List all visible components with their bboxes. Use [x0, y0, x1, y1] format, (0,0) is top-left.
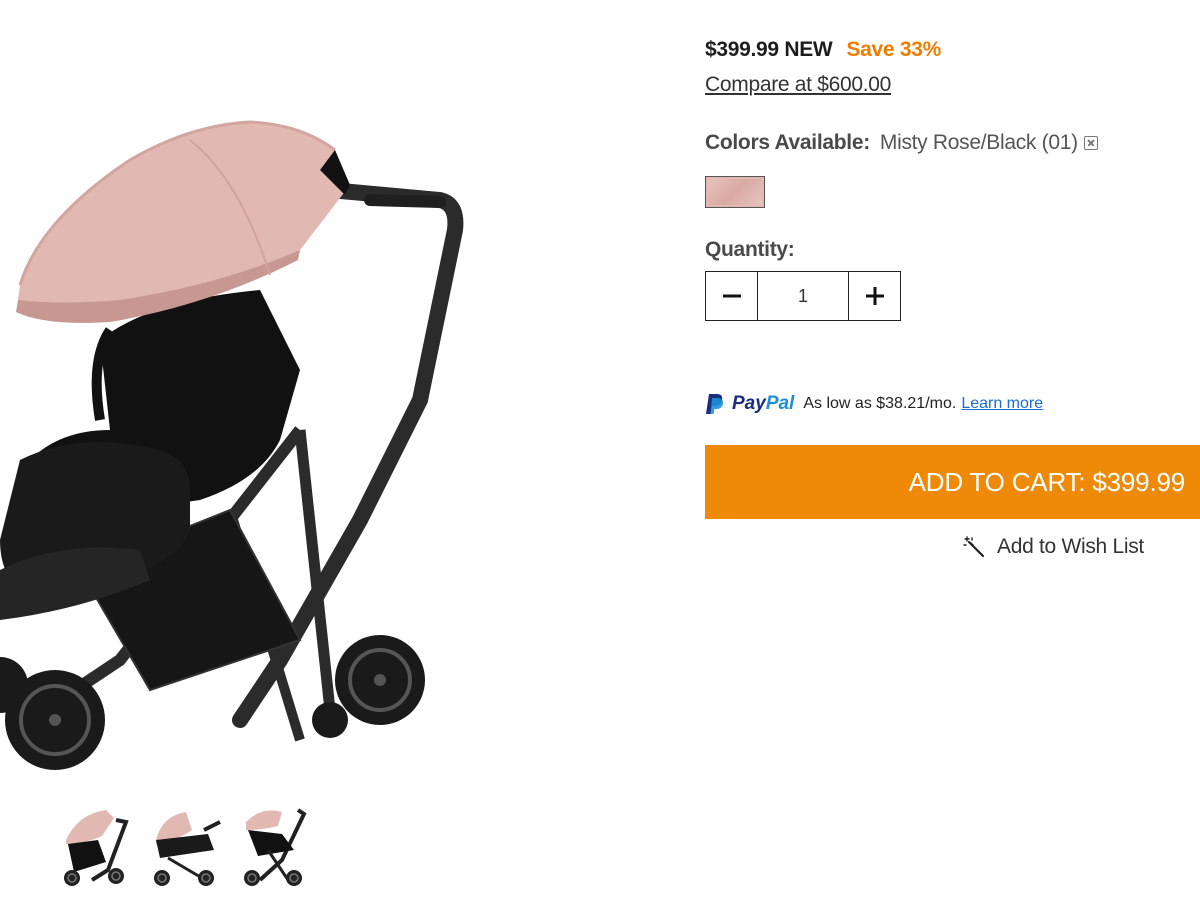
- quantity-label: Quantity:: [705, 238, 795, 261]
- selected-color-value: Misty Rose/Black (01): [879, 131, 1078, 154]
- magic-wand-icon: [963, 536, 985, 558]
- thumbnail-bassinet-view[interactable]: [148, 800, 224, 892]
- learn-more-link[interactable]: Learn more: [961, 395, 1043, 413]
- colors-row: Colors Available: Misty Rose/Black (01): [705, 131, 1098, 155]
- quantity-decrease-button[interactable]: [706, 272, 758, 320]
- clear-selection-icon[interactable]: [1083, 136, 1098, 150]
- colors-label: Colors Available:: [705, 131, 870, 154]
- quantity-increase-button[interactable]: [848, 272, 900, 320]
- quantity-input[interactable]: [758, 272, 848, 320]
- paypal-wordmark: PayPal: [732, 393, 794, 415]
- paypal-logo-icon: [706, 394, 724, 414]
- color-swatch-misty-rose[interactable]: [705, 176, 765, 208]
- paypal-word-pay: Pay: [732, 393, 766, 414]
- price-text: $399.99 NEW: [705, 38, 833, 61]
- swatch-fill: [708, 179, 762, 205]
- minus-icon: [722, 294, 741, 298]
- save-badge: Save 33%: [846, 38, 941, 61]
- product-main-image[interactable]: [0, 100, 520, 790]
- product-gallery: [0, 0, 560, 900]
- thumbnail-strip: [58, 800, 314, 892]
- add-to-wishlist-link[interactable]: Add to Wish List: [963, 535, 1144, 559]
- quantity-stepper: [705, 271, 901, 321]
- plus-icon: [865, 287, 884, 305]
- paypal-word-pal: Pal: [765, 393, 795, 414]
- thumbnail-seat-view[interactable]: [58, 800, 134, 892]
- wishlist-label: Add to Wish List: [997, 535, 1144, 558]
- compare-price-link[interactable]: Compare at $600.00: [705, 73, 891, 97]
- paypal-financing-row: PayPal As low as $38.21/mo. Learn more: [705, 392, 1043, 416]
- product-details: $399.99 NEW Save 33% Compare at $600.00 C…: [705, 0, 1200, 900]
- add-to-cart-button[interactable]: ADD TO CART: $399.99: [705, 445, 1200, 519]
- price-row: $399.99 NEW Save 33%: [705, 38, 941, 62]
- paypal-installment-text: As low as $38.21/mo.: [803, 395, 957, 412]
- thumbnail-recline-view[interactable]: [238, 800, 314, 892]
